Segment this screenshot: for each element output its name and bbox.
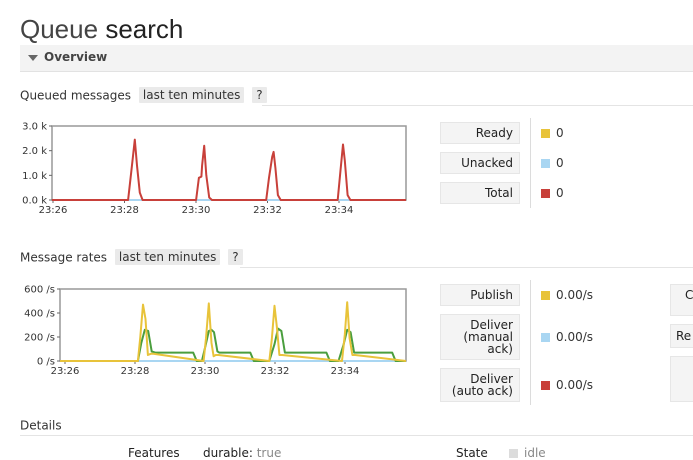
overview-label: Overview — [44, 50, 108, 64]
divider — [20, 435, 693, 436]
legend-label-cut-2: Re — [670, 324, 693, 348]
deliver-auto-swatch — [541, 380, 550, 390]
legend-total-text: Total — [484, 186, 513, 200]
message-rates-chart: 0 /s200 /s400 /s600 /s23:26 23:28 23:30 23:… — [24, 285, 407, 377]
legend-label-deliver-manual: Deliver (manual ack) — [440, 314, 520, 360]
queued-messages-title: Queued messages — [20, 88, 132, 103]
rates-x-tick-label: 23:32 — [261, 366, 290, 377]
deliver-manual-swatch — [541, 332, 550, 342]
message-rates-title: Message rates — [20, 250, 108, 265]
queued-help-button[interactable]: ? — [252, 87, 267, 103]
deliver-manual-rate: 0.00/s — [556, 330, 594, 344]
rates-x-tick-label: 23:30 — [191, 366, 220, 377]
legend-cut-2-text: Re — [676, 329, 692, 343]
legend-label-ready: Ready — [440, 122, 520, 144]
ready-value: 0 — [541, 126, 564, 140]
queued-x-tick-label: 23:30 — [182, 205, 211, 216]
queued-messages-chart: 0.0 k1.0 k2.0 k3.0 k23:26 23:28 23:30 23:32… — [22, 122, 407, 216]
deliver-auto-rate: 0.00/s — [556, 378, 594, 392]
legend-separator — [530, 118, 531, 208]
publish-value: 0.00/s — [541, 288, 593, 302]
rates-x-tick-label: 23:28 — [121, 366, 150, 377]
legend-label-publish: Publish — [440, 284, 520, 306]
legend-deliver-auto-line2: (auto ack) — [451, 384, 513, 398]
legend-ready-text: Ready — [475, 126, 513, 140]
publish-swatch — [541, 290, 550, 300]
page-title: Queue search — [20, 14, 183, 45]
rates-y-tick-label: 400 /s — [24, 309, 55, 320]
queued-messages-header: Queued messages last ten minutes ? — [20, 87, 267, 105]
ready-count: 0 — [556, 126, 564, 140]
legend-publish-text: Publish — [470, 288, 513, 302]
total-swatch — [541, 188, 550, 198]
legend-label-unacked: Unacked — [440, 152, 520, 174]
divider — [240, 267, 693, 268]
message-rates-header: Message rates last ten minutes ? — [20, 249, 243, 267]
legend-unacked-text: Unacked — [461, 156, 513, 170]
publish-rate: 0.00/s — [556, 288, 594, 302]
rates-y-tick-label: 600 /s — [24, 285, 55, 296]
state-swatch — [509, 448, 518, 458]
queued-y-tick-label: 1.0 k — [22, 171, 47, 182]
deliver-manual-value: 0.00/s — [541, 330, 593, 344]
unacked-swatch — [541, 158, 550, 168]
total-count: 0 — [556, 186, 564, 200]
rates-x-tick-label: 23:34 — [331, 366, 360, 377]
queued-x-tick-label: 23:26 — [39, 205, 68, 216]
legend-separator — [530, 280, 531, 405]
collapse-triangle-icon[interactable] — [28, 55, 38, 61]
queued-plot-area — [51, 125, 407, 201]
legend-label-cut-3 — [670, 356, 693, 402]
page-title-prefix: Queue — [20, 14, 99, 44]
legend-label-total: Total — [440, 182, 520, 204]
unacked-count: 0 — [556, 156, 564, 170]
details-title: Details — [20, 418, 62, 433]
queued-y-tick-label: 2.0 k — [22, 146, 47, 157]
divider — [262, 105, 693, 106]
ready-swatch — [541, 128, 550, 138]
queued-x-tick-label: 23:32 — [253, 205, 282, 216]
rates-y-tick-label: 200 /s — [24, 333, 55, 344]
queued-x-tick-label: 23:28 — [110, 205, 139, 216]
total-value: 0 — [541, 186, 564, 200]
rates-help-button[interactable]: ? — [228, 249, 243, 265]
unacked-value: 0 — [541, 156, 564, 170]
legend-label-cut-1: C — [670, 284, 693, 316]
legend-cut-1-text: C — [685, 288, 693, 302]
overview-section-header[interactable]: Overview — [20, 45, 693, 72]
queued-y-tick-label: 3.0 k — [22, 122, 47, 133]
queued-range-selector[interactable]: last ten minutes — [138, 87, 245, 103]
deliver-auto-value: 0.00/s — [541, 378, 593, 392]
legend-label-deliver-auto: Deliver (auto ack) — [440, 368, 520, 402]
queue-name: search — [105, 14, 184, 44]
legend-deliver-manual-line3: ack) — [487, 342, 513, 356]
queued-x-tick-label: 23:34 — [325, 205, 354, 216]
details-header: Details — [20, 418, 62, 436]
rates-range-selector[interactable]: last ten minutes — [114, 249, 221, 265]
rates-x-tick-label: 23:26 — [51, 366, 80, 377]
